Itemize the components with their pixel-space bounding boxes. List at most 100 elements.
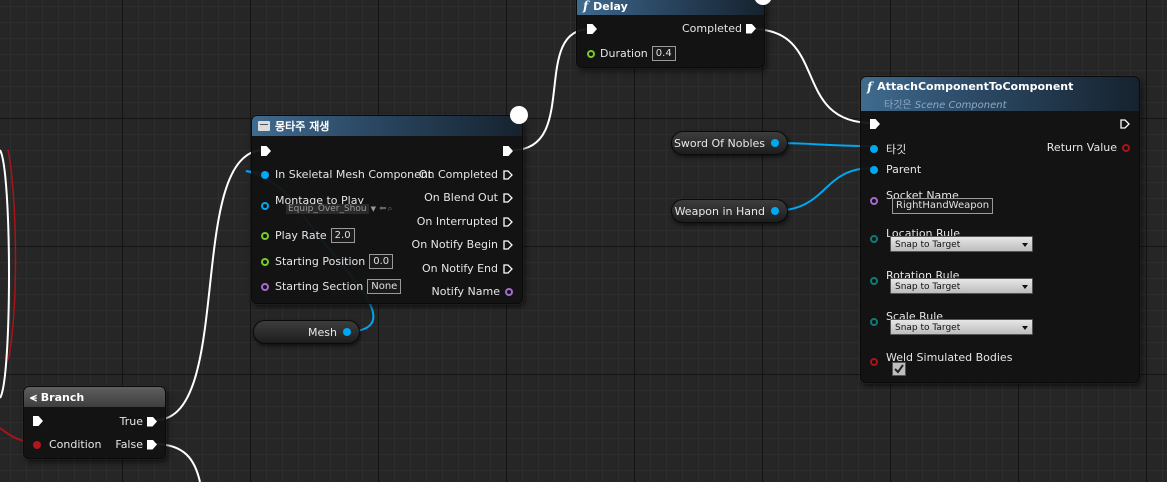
- on-notify-begin-label: On Notify Begin: [411, 238, 498, 251]
- function-icon: f: [867, 80, 873, 94]
- in-skeletal-label: In Skeletal Mesh Component: [275, 168, 433, 181]
- attach-subtitle: 타깃은 Scene Component: [884, 96, 1007, 111]
- attach-target-pin[interactable]: 타깃: [870, 141, 906, 157]
- rotation-rule-value: Snap to Target: [895, 282, 961, 292]
- weapon-in-hand-var-node[interactable]: Weapon in Hand: [671, 199, 788, 223]
- object-pin-icon[interactable]: [870, 145, 878, 153]
- on-blend-out-pin[interactable]: On Blend Out: [424, 191, 513, 204]
- location-rule-dropdown[interactable]: Snap to Target: [890, 236, 1033, 252]
- exec-in-pin-icon[interactable]: [33, 416, 43, 426]
- object-pin-icon[interactable]: [261, 202, 269, 210]
- float-pin-icon[interactable]: [587, 49, 595, 58]
- name-pin-icon[interactable]: [261, 282, 269, 291]
- montage-exec-in[interactable]: [261, 146, 271, 156]
- montage-latent-clock-icon: [510, 106, 528, 124]
- in-skeletal-pin[interactable]: In Skeletal Mesh Component: [261, 168, 432, 181]
- on-interrupted-label: On Interrupted: [416, 215, 498, 228]
- bool-pin-icon[interactable]: [33, 440, 41, 449]
- starting-section-value-field[interactable]: None: [367, 279, 402, 294]
- location-rule-value: Snap to Target: [895, 240, 961, 250]
- montage-header[interactable]: 몽타주 재생: [252, 116, 522, 136]
- bool-pin-icon[interactable]: [1122, 143, 1130, 152]
- montage-exec-out[interactable]: [503, 146, 513, 156]
- float-pin-icon[interactable]: [261, 231, 269, 240]
- object-pin-icon[interactable]: [343, 328, 351, 336]
- delay-completed-pin[interactable]: Completed: [682, 22, 756, 35]
- object-pin-icon[interactable]: [771, 139, 779, 147]
- branch-condition-pin[interactable]: Condition: [33, 438, 102, 451]
- socket-name-field-row: RightHandWeapon: [892, 198, 994, 214]
- exec-wire-left-incoming: [0, 149, 10, 399]
- scale-rule-dropdown[interactable]: Snap to Target: [890, 319, 1033, 335]
- object-pin-icon[interactable]: [870, 165, 878, 174]
- subtitle-prefix: 타깃은: [884, 100, 912, 111]
- play-montage-node[interactable]: 몽타주 재생 In Skeletal Mesh Component Montag…: [251, 115, 523, 304]
- delay-title: Delay: [593, 0, 628, 13]
- attach-exec-out[interactable]: [1120, 119, 1130, 129]
- object-wire-weapon-to-parent: [771, 167, 874, 212]
- object-pin-icon[interactable]: [261, 170, 269, 179]
- on-notify-end-pin[interactable]: On Notify End: [422, 262, 513, 275]
- search-icon[interactable]: ⌕: [388, 204, 393, 214]
- completed-label: Completed: [682, 22, 742, 35]
- rotation-rule-combo-row: Snap to Target: [890, 278, 1033, 294]
- exec-out-pin-icon[interactable]: [503, 216, 513, 227]
- delay-duration-pin[interactable]: Duration 0.4: [587, 46, 676, 61]
- on-interrupted-pin[interactable]: On Interrupted: [417, 215, 513, 228]
- branch-header[interactable]: ⪪ Branch: [24, 387, 165, 407]
- delay-header[interactable]: f Delay: [577, 0, 764, 15]
- enum-pin-icon[interactable]: [870, 235, 878, 243]
- exec-in-pin-icon[interactable]: [261, 146, 271, 156]
- on-completed-pin[interactable]: On Completed: [419, 168, 513, 181]
- enum-pin-icon[interactable]: [870, 318, 878, 326]
- chevron-down-icon: [1022, 326, 1028, 330]
- play-rate-value-field[interactable]: 2.0: [330, 228, 355, 243]
- on-completed-label: On Completed: [418, 168, 498, 181]
- mesh-var-node[interactable]: Mesh: [253, 320, 360, 344]
- name-pin-icon[interactable]: [505, 287, 513, 296]
- float-pin-icon[interactable]: [261, 257, 269, 266]
- play-rate-pin[interactable]: Play Rate 2.0: [261, 228, 355, 243]
- exec-out-pin-icon[interactable]: [503, 263, 513, 274]
- exec-out-pin-icon[interactable]: [503, 146, 513, 156]
- exec-in-pin-icon[interactable]: [587, 24, 597, 34]
- notify-name-pin[interactable]: Notify Name: [432, 285, 513, 298]
- attach-exec-in[interactable]: [870, 119, 880, 129]
- exec-out-pin-icon[interactable]: [147, 416, 157, 427]
- name-pin-icon[interactable]: [870, 197, 878, 205]
- duration-value-field[interactable]: 0.4: [651, 46, 676, 61]
- exec-out-pin-icon[interactable]: [503, 192, 513, 203]
- socket-name-value-field[interactable]: RightHandWeapon: [892, 198, 994, 214]
- attach-return-value-pin[interactable]: Return Value: [1047, 141, 1130, 154]
- on-notify-begin-pin[interactable]: On Notify Begin: [412, 238, 513, 251]
- starting-position-pin[interactable]: Starting Position 0.0: [261, 254, 394, 269]
- arrow-left-icon[interactable]: ⬅: [379, 204, 387, 214]
- exec-out-pin-icon[interactable]: [147, 439, 157, 450]
- exec-out-pin-icon[interactable]: [503, 239, 513, 250]
- attach-component-node[interactable]: f AttachComponentToComponent 타깃은 Scene C…: [860, 76, 1140, 383]
- attach-parent-pin[interactable]: Parent: [870, 163, 921, 176]
- bool-pin-icon[interactable]: [870, 358, 878, 366]
- starting-section-pin[interactable]: Starting Section None: [261, 279, 402, 294]
- sword-of-nobles-var-node[interactable]: Sword Of Nobles: [671, 131, 788, 155]
- delay-exec-in[interactable]: [587, 24, 597, 34]
- object-pin-icon[interactable]: [771, 207, 779, 215]
- enum-pin-icon[interactable]: [870, 277, 878, 285]
- exec-out-pin-icon[interactable]: [503, 169, 513, 180]
- branch-exec-in[interactable]: [33, 416, 43, 426]
- chevron-down-icon: [1022, 285, 1028, 289]
- starting-position-value-field[interactable]: 0.0: [369, 254, 394, 269]
- weld-checkbox[interactable]: [892, 362, 906, 376]
- condition-label: Condition: [49, 438, 102, 451]
- sword-var-label: Sword Of Nobles: [673, 136, 765, 150]
- montage-asset-picker[interactable]: Equip_Over_Shou: [286, 204, 369, 214]
- delay-node[interactable]: f Delay Completed Duration 0.4: [576, 0, 765, 68]
- rotation-rule-dropdown[interactable]: Snap to Target: [890, 278, 1033, 294]
- branch-false-pin[interactable]: False: [115, 438, 157, 451]
- branch-node[interactable]: ⪪ Branch True Condition False: [23, 386, 166, 459]
- exec-out-pin-icon[interactable]: [746, 23, 756, 34]
- chevron-down-icon[interactable]: ▼: [371, 205, 376, 213]
- exec-in-pin-icon[interactable]: [870, 119, 880, 129]
- exec-out-pin-icon[interactable]: [1120, 119, 1130, 129]
- branch-true-pin[interactable]: True: [120, 415, 157, 428]
